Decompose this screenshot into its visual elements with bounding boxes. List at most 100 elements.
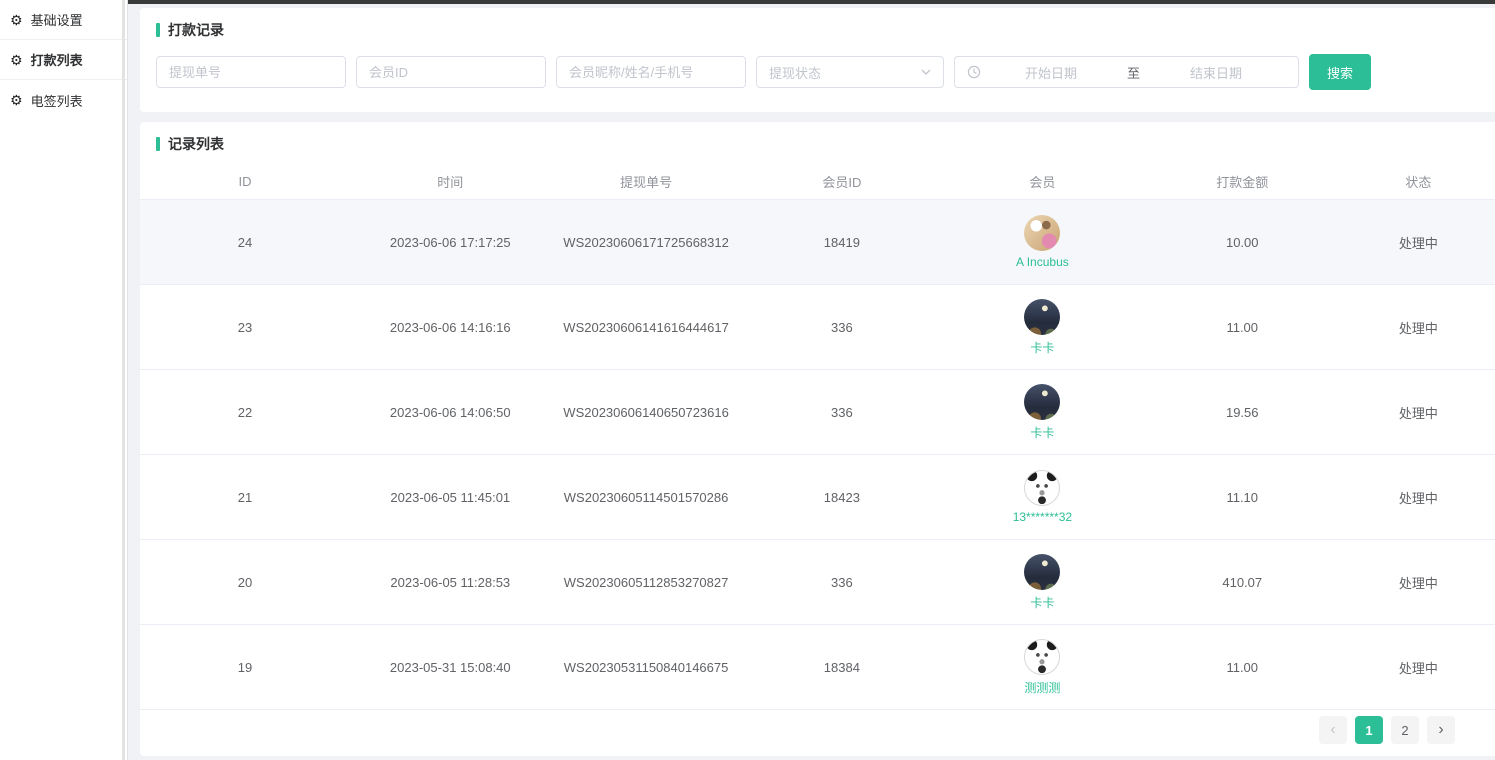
member-avatar — [1024, 470, 1060, 506]
cell-id: 19 — [140, 660, 350, 675]
sidebar-item-2[interactable]: ⚙ 电签列表 — [0, 80, 127, 120]
member-name-link[interactable]: 13*******32 — [1013, 510, 1072, 524]
withdraw-status-select[interactable]: 提现状态 — [756, 56, 944, 88]
clock-icon — [967, 65, 981, 79]
member-info-input[interactable] — [556, 56, 746, 88]
table-row: 192023-05-31 15:08:40WS20230531150840146… — [140, 625, 1495, 710]
table-row: 202023-06-05 11:28:53WS20230605112853270… — [140, 540, 1495, 625]
cell-member-id: 18419 — [742, 235, 943, 250]
cell-member-id: 18384 — [742, 660, 943, 675]
search-button[interactable]: 搜索 — [1309, 54, 1371, 90]
sidebar-item-label: 电签列表 — [31, 91, 83, 110]
pagination-prev-button[interactable]: ‹ — [1319, 716, 1347, 744]
cell-time: 2023-06-06 17:17:25 — [350, 235, 551, 250]
column-header: 打款金额 — [1143, 172, 1342, 191]
cell-time: 2023-06-06 14:16:16 — [350, 320, 551, 335]
cell-status: 处理中 — [1342, 233, 1495, 252]
cell-member: A Incubus — [942, 215, 1143, 269]
member-id-input[interactable] — [356, 56, 546, 88]
sidebar-scrollbar[interactable] — [122, 0, 125, 760]
search-panel-title-text: 打款记录 — [168, 20, 224, 40]
table-row: 212023-06-05 11:45:01WS20230605114501570… — [140, 455, 1495, 540]
cell-amount: 11.00 — [1143, 660, 1342, 675]
member-name-link[interactable]: 卡卡 — [1030, 594, 1054, 611]
cell-member-id: 336 — [742, 405, 943, 420]
cell-status: 处理中 — [1342, 318, 1495, 337]
cell-amount: 11.00 — [1143, 320, 1342, 335]
member-avatar — [1024, 554, 1060, 590]
pagination-next-button[interactable]: › — [1427, 716, 1455, 744]
date-end-placeholder: 结束日期 — [1146, 63, 1286, 82]
withdraw-status-placeholder: 提现状态 — [769, 63, 821, 82]
member-name-link[interactable]: 卡卡 — [1030, 424, 1054, 441]
member-avatar — [1024, 384, 1060, 420]
member-name-link[interactable]: 卡卡 — [1030, 339, 1054, 356]
records-panel-title-text: 记录列表 — [168, 134, 224, 154]
cell-status: 处理中 — [1342, 488, 1495, 507]
records-panel: 记录列表 ID时间提现单号会员ID会员打款金额状态242023-06-06 17… — [140, 122, 1495, 756]
gear-icon: ⚙ — [10, 53, 23, 67]
withdraw-order-input[interactable] — [156, 56, 346, 88]
search-panel-title: 打款记录 — [156, 20, 1479, 40]
title-accent-bar — [156, 23, 160, 37]
member-name-link[interactable]: A Incubus — [1016, 255, 1069, 269]
sidebar-item-label: 基础设置 — [31, 10, 83, 29]
cell-member-id: 18423 — [742, 490, 943, 505]
cell-order-no: WS20230531150840146675 — [551, 660, 742, 675]
search-panel: 打款记录 提现状态 开始日期 至 结束日期 搜索 — [140, 8, 1495, 112]
cell-member: 卡卡 — [942, 554, 1143, 611]
sidebar: ⚙基础设置 ⚙ 打款列表 ⚙ 电签列表 — [0, 0, 128, 760]
table-row: 242023-06-06 17:17:25WS20230606171725668… — [140, 200, 1495, 285]
top-dark-strip — [128, 0, 1495, 4]
date-range-input[interactable]: 开始日期 至 结束日期 — [954, 56, 1299, 88]
gear-icon: ⚙ — [10, 93, 23, 107]
cell-time: 2023-05-31 15:08:40 — [350, 660, 551, 675]
pagination-page-button-1[interactable]: 1 — [1355, 716, 1383, 744]
cell-order-no: WS20230605114501570286 — [551, 490, 742, 505]
cell-status: 处理中 — [1342, 403, 1495, 422]
member-avatar — [1024, 299, 1060, 335]
cell-id: 20 — [140, 575, 350, 590]
table-header-row: ID时间提现单号会员ID会员打款金额状态 — [140, 164, 1495, 200]
cell-id: 23 — [140, 320, 350, 335]
column-header: 会员 — [942, 172, 1143, 191]
table-row: 222023-06-06 14:06:50WS20230606140650723… — [140, 370, 1495, 455]
member-avatar — [1024, 215, 1060, 251]
cell-order-no: WS20230606141616444617 — [551, 320, 742, 335]
table-row: 232023-06-06 14:16:16WS20230606141616444… — [140, 285, 1495, 370]
cell-order-no: WS20230605112853270827 — [551, 575, 742, 590]
title-accent-bar — [156, 137, 160, 151]
pagination-page-button-2[interactable]: 2 — [1391, 716, 1419, 744]
sidebar-item-1[interactable]: ⚙ 打款列表 — [0, 40, 127, 80]
chevron-down-icon — [921, 67, 931, 77]
cell-time: 2023-06-05 11:28:53 — [350, 575, 551, 590]
member-name-link[interactable]: 测测测 — [1024, 679, 1060, 696]
cell-status: 处理中 — [1342, 658, 1495, 677]
main-content: 打款记录 提现状态 开始日期 至 结束日期 搜索 记录列表 — [128, 0, 1495, 760]
pagination: ‹ 12 › — [1319, 716, 1455, 744]
cell-id: 21 — [140, 490, 350, 505]
cell-time: 2023-06-06 14:06:50 — [350, 405, 551, 420]
search-filters: 提现状态 开始日期 至 结束日期 搜索 — [156, 54, 1479, 90]
member-avatar — [1024, 639, 1060, 675]
cell-order-no: WS20230606140650723616 — [551, 405, 742, 420]
cell-member-id: 336 — [742, 320, 943, 335]
cell-member: 测测测 — [942, 639, 1143, 696]
sidebar-item-label: 打款列表 — [31, 50, 83, 69]
cell-member: 13*******32 — [942, 470, 1143, 524]
cell-amount: 19.56 — [1143, 405, 1342, 420]
cell-amount: 10.00 — [1143, 235, 1342, 250]
cell-id: 24 — [140, 235, 350, 250]
records-panel-title: 记录列表 — [140, 134, 1495, 154]
cell-member-id: 336 — [742, 575, 943, 590]
cell-amount: 11.10 — [1143, 490, 1342, 505]
records-table: ID时间提现单号会员ID会员打款金额状态242023-06-06 17:17:2… — [140, 164, 1495, 710]
sidebar-item-0[interactable]: ⚙基础设置 — [0, 0, 127, 40]
column-header: 状态 — [1342, 172, 1495, 191]
cell-member: 卡卡 — [942, 384, 1143, 441]
cell-time: 2023-06-05 11:45:01 — [350, 490, 551, 505]
date-start-placeholder: 开始日期 — [981, 63, 1121, 82]
column-header: 会员ID — [742, 172, 943, 191]
cell-amount: 410.07 — [1143, 575, 1342, 590]
cell-id: 22 — [140, 405, 350, 420]
